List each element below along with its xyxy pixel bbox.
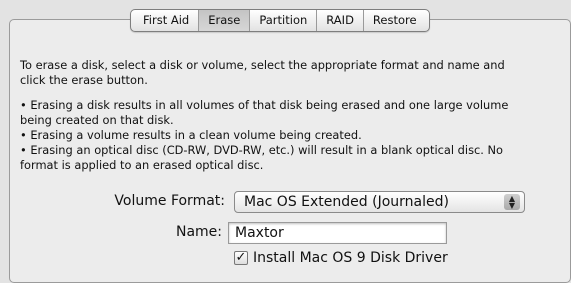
install-driver-label[interactable]: Install Mac OS 9 Disk Driver (253, 250, 448, 266)
install-driver-checkbox[interactable]: ✓ (234, 251, 248, 265)
name-label: Name: (175, 224, 222, 240)
tab-restore[interactable]: Restore (362, 10, 429, 31)
volume-format-value: Mac OS Extended (Journaled) (244, 194, 449, 210)
intro-text-line2: click the erase button. (20, 73, 148, 87)
tab-bar: First Aid Erase Partition RAID Restore (130, 9, 430, 32)
volume-format-label: Volume Format: (114, 193, 225, 209)
tab-partition[interactable]: Partition (249, 10, 316, 31)
bullet-optical-line2: format is applied to an erased optical d… (20, 158, 264, 172)
tab-erase[interactable]: Erase (198, 10, 250, 31)
intro-text-line1: To erase a disk, select a disk or volume… (20, 58, 505, 72)
bullet-disk-line2: being created on that disk. (20, 113, 174, 127)
bullet-optical-line1: • Erasing an optical disc (CD-RW, DVD-RW… (20, 143, 503, 157)
bullet-volume: • Erasing a volume results in a clean vo… (20, 128, 362, 142)
name-field[interactable] (228, 222, 447, 244)
volume-format-popup[interactable]: Mac OS Extended (Journaled) ▲ ▼ (234, 191, 525, 213)
popup-arrows-icon: ▲ ▼ (504, 194, 520, 210)
tab-raid[interactable]: RAID (316, 10, 363, 31)
bullet-disk-line1: • Erasing a disk results in all volumes … (20, 98, 509, 112)
tab-first-aid[interactable]: First Aid (131, 10, 198, 31)
